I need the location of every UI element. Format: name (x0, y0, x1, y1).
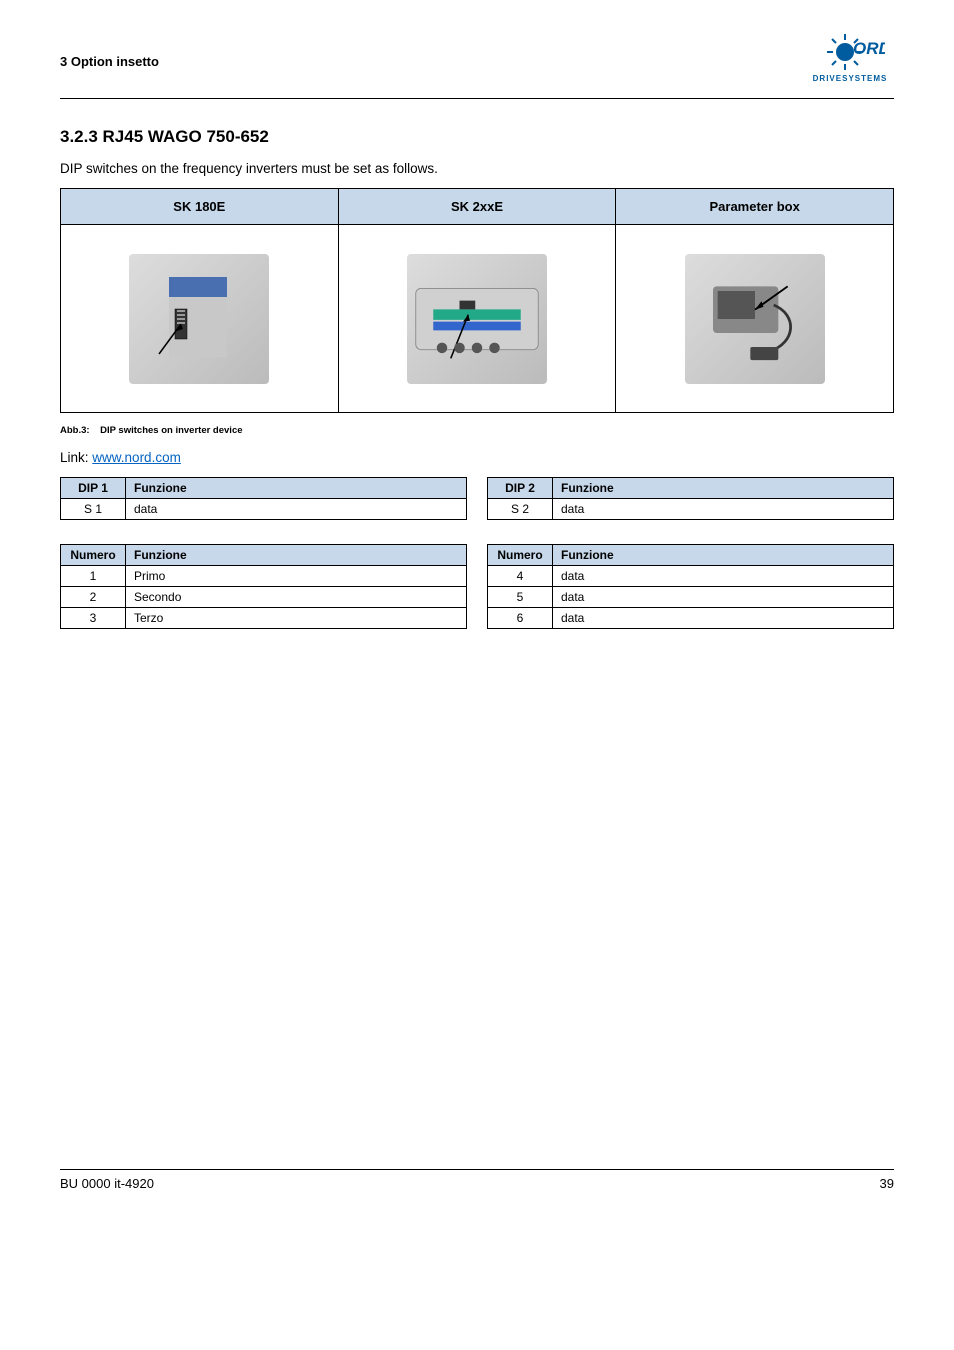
dip1-table: DIP 1 Funzione S 1 data (60, 477, 467, 520)
table-cell: data (553, 499, 894, 520)
dip1-col-header: Funzione (126, 478, 467, 499)
num-col-header: Numero (61, 545, 126, 566)
table-cell: 1 (61, 566, 126, 587)
table-cell: data (126, 499, 467, 520)
device-image-table: SK 180E SK 2xxE Parameter box (60, 188, 894, 413)
nord-website-link[interactable]: www.nord.com (92, 450, 181, 465)
figure-caption: Abb.3: DIP switches on inverter device (60, 425, 894, 436)
numero-left-table: Numero Funzione 1 Primo 2 Secondo 3 Terz… (60, 544, 467, 629)
link-line: Link: www.nord.com (60, 450, 894, 465)
table-cell: 3 (61, 608, 126, 629)
device-image-sk180e (129, 254, 269, 384)
image-table-header: SK 2xxE (338, 189, 616, 225)
num-col-header: Numero (488, 545, 553, 566)
device-image-sk2xxe (407, 254, 547, 384)
num-col-header: Funzione (126, 545, 467, 566)
table-cell: data (553, 587, 894, 608)
footer-page-number: 39 (880, 1176, 894, 1191)
table-cell: data (553, 566, 894, 587)
table-cell: 5 (488, 587, 553, 608)
figure-text: DIP switches on inverter device (100, 425, 242, 436)
dip2-table: DIP 2 Funzione S 2 data (487, 477, 894, 520)
svg-text:ORD: ORD (853, 39, 885, 58)
intro-paragraph: DIP switches on the frequency inverters … (60, 161, 894, 176)
brand-logo: ORD DRIVESYSTEMS (806, 30, 894, 92)
page-footer: BU 0000 it-4920 39 (60, 1169, 894, 1191)
figure-label: Abb.3: (60, 425, 90, 436)
link-label: Link: (60, 450, 89, 465)
table-cell: Terzo (126, 608, 467, 629)
header-rule (60, 98, 894, 99)
table-cell: 2 (61, 587, 126, 608)
logo-subtext: DRIVESYSTEMS (813, 74, 888, 83)
dip2-col-header: Funzione (553, 478, 894, 499)
image-table-header: SK 180E (61, 189, 339, 225)
numero-right-table: Numero Funzione 4 data 5 data 6 data (487, 544, 894, 629)
dip2-col-header: DIP 2 (488, 478, 553, 499)
image-table-header: Parameter box (616, 189, 894, 225)
dip-tables-row: DIP 1 Funzione S 1 data DIP 2 Funzione S… (60, 477, 894, 520)
table-cell: 6 (488, 608, 553, 629)
numero-tables-row: Numero Funzione 1 Primo 2 Secondo 3 Terz… (60, 544, 894, 629)
num-col-header: Funzione (553, 545, 894, 566)
table-cell: 4 (488, 566, 553, 587)
dip1-col-header: DIP 1 (61, 478, 126, 499)
table-cell: S 1 (61, 499, 126, 520)
table-cell: Primo (126, 566, 467, 587)
footer-doc-id: BU 0000 it-4920 (60, 1176, 154, 1191)
table-cell: S 2 (488, 499, 553, 520)
device-image-parameterbox (685, 254, 825, 384)
table-cell: data (553, 608, 894, 629)
table-cell: Secondo (126, 587, 467, 608)
section-heading: 3.2.3 RJ45 WAGO 750-652 (60, 127, 894, 147)
page-header-title: 3 Option insetto (60, 54, 159, 69)
